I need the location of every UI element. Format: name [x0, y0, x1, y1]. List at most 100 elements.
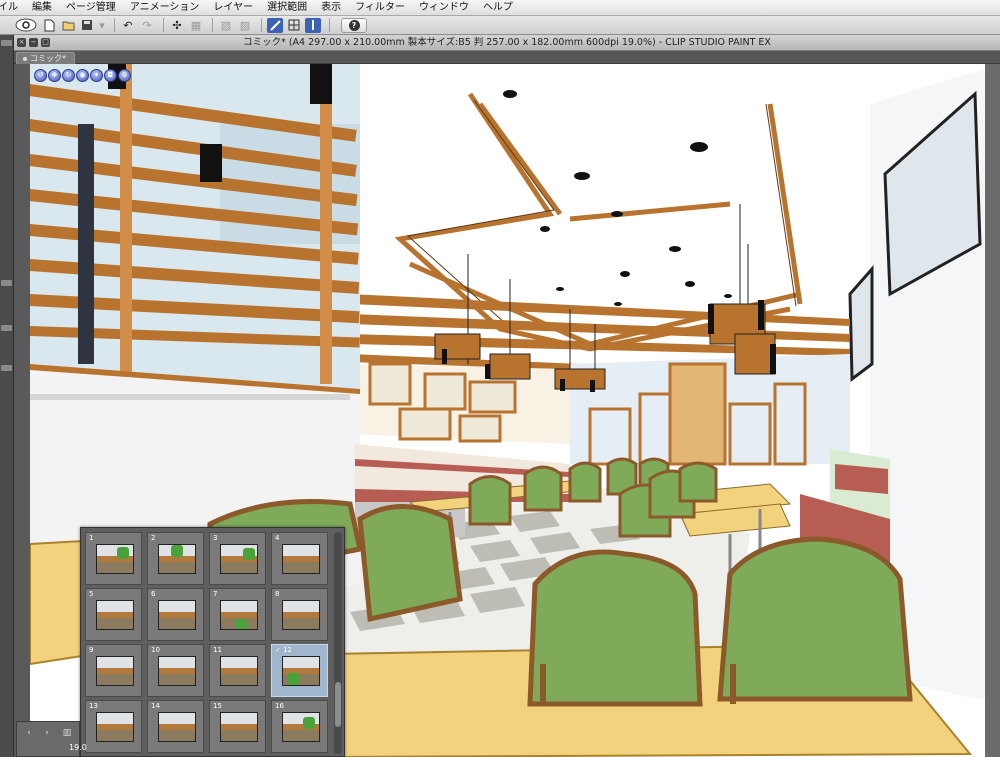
chevron-right-icon[interactable]: ›: [41, 727, 53, 739]
snap-grid-icon[interactable]: [286, 18, 302, 33]
page-preview: [96, 600, 134, 630]
transform-icon[interactable]: ✣: [169, 18, 185, 33]
tab-comic[interactable]: コミック*: [16, 52, 75, 64]
clip-studio-icon[interactable]: [14, 18, 38, 33]
page-thumbnail[interactable]: 7: [209, 588, 266, 641]
palette-grip[interactable]: [1, 40, 12, 46]
fill-icon[interactable]: ▨: [237, 18, 253, 33]
page-thumbnail[interactable]: 2: [147, 532, 204, 585]
menu-filter[interactable]: フィルター: [348, 0, 412, 16]
help-icon: ?: [348, 19, 360, 31]
page-number: 10: [151, 646, 160, 654]
page-thumbnail[interactable]: 15: [209, 700, 266, 753]
page-number: 13: [89, 702, 98, 710]
toolbar-divider: [212, 18, 213, 32]
page-thumbnail[interactable]: 9: [85, 644, 142, 697]
page-thumbnail[interactable]: 10: [147, 644, 204, 697]
help-button[interactable]: ?: [341, 17, 367, 33]
open-file-icon[interactable]: [60, 18, 76, 33]
page-thumbnail[interactable]: 1: [85, 532, 142, 585]
page-thumbnail[interactable]: 16: [271, 700, 328, 753]
menu-bar: イル 編集 ページ管理 アニメーション レイヤー 選択範囲 表示 フィルター ウ…: [0, 0, 1000, 16]
menu-help[interactable]: ヘルプ: [476, 0, 520, 16]
page-preview: [220, 656, 258, 686]
lock-icon[interactable]: ◘: [104, 69, 117, 82]
page-number: 6: [151, 590, 156, 598]
palette-grip[interactable]: [1, 365, 12, 371]
settings-icon[interactable]: ⚙: [118, 69, 131, 82]
page-number: 7: [213, 590, 218, 598]
page-preview: [282, 656, 320, 686]
scrollbar-thumb[interactable]: [335, 682, 341, 727]
toolbar-divider: [163, 18, 164, 32]
menu-edit[interactable]: 編集: [25, 0, 59, 16]
new-file-icon[interactable]: [41, 18, 57, 33]
page-number: 11: [213, 646, 222, 654]
clear-icon[interactable]: ▧: [218, 18, 234, 33]
rotate-right-icon[interactable]: ↻: [62, 69, 75, 82]
page-preview: [96, 712, 134, 742]
page-preview: [96, 544, 134, 574]
chevron-left-icon[interactable]: ‹: [23, 727, 35, 739]
toolbar-divider: [329, 18, 330, 32]
menu-file[interactable]: イル: [0, 0, 25, 16]
page-navigator-panel: 1 2 3 4 5 6 7 8 9 10 11 ✓ 12 13 14 15 16: [80, 527, 345, 757]
snap-perspective-icon[interactable]: [305, 17, 321, 33]
page-preview: [220, 600, 258, 630]
palette-grip[interactable]: [1, 325, 12, 331]
page-number: 3: [213, 534, 218, 542]
page-preview: [158, 600, 196, 630]
menu-animation[interactable]: アニメーション: [123, 0, 207, 16]
page-thumbnail[interactable]: 14: [147, 700, 204, 753]
command-bar: ▾ ↶ ↷ ✣ ▦ ▧ ▨ ?: [0, 16, 1000, 35]
page-number: 15: [213, 702, 222, 710]
menu-page-management[interactable]: ページ管理: [59, 0, 123, 16]
camera-icon[interactable]: ◉: [76, 69, 89, 82]
page-number: 14: [151, 702, 160, 710]
page-number: 1: [89, 534, 94, 542]
page-thumbnail[interactable]: 8: [271, 588, 328, 641]
page-preview: [96, 656, 134, 686]
light-icon[interactable]: ✦: [90, 69, 103, 82]
page-preview: [158, 656, 196, 686]
redo-icon[interactable]: ↷: [139, 18, 155, 33]
page-thumbnail[interactable]: 13: [85, 700, 142, 753]
menu-layer[interactable]: レイヤー: [206, 0, 260, 16]
toolbar-divider: [114, 18, 115, 32]
save-icon[interactable]: [79, 18, 95, 33]
toolbar-divider: [261, 18, 262, 32]
menu-selection[interactable]: 選択範囲: [260, 0, 314, 16]
document-title: コミック* (A4 297.00 x 210.00mm 製本サイズ:B5 判 2…: [243, 37, 771, 48]
tab-label: コミック*: [30, 54, 66, 63]
page-thumbnail[interactable]: 4: [271, 532, 328, 585]
document-titlebar: コミック* (A4 297.00 x 210.00mm 製本サイズ:B5 判 2…: [14, 35, 1000, 51]
navigator-scrollbar[interactable]: [334, 532, 342, 754]
move-icon[interactable]: ✥: [48, 69, 61, 82]
navigator-footer: ‹ › ▥ 19.0: [16, 721, 87, 757]
page-thumbnail[interactable]: 5: [85, 588, 142, 641]
page-thumbnail[interactable]: 6: [147, 588, 204, 641]
page-preview: [158, 712, 196, 742]
menu-view[interactable]: 表示: [314, 0, 348, 16]
page-number: 5: [89, 590, 94, 598]
chevron-down-icon[interactable]: ▾: [98, 18, 106, 33]
palette-grip[interactable]: [1, 280, 12, 286]
page-preview: [220, 544, 258, 574]
select-all-icon[interactable]: ▦: [188, 18, 204, 33]
undo-icon[interactable]: ↶: [120, 18, 136, 33]
page-thumbnail-selected[interactable]: ✓ 12: [271, 644, 328, 697]
page-number: 4: [275, 534, 280, 542]
page-thumbnail[interactable]: 11: [209, 644, 266, 697]
page-preview: [282, 600, 320, 630]
trash-icon[interactable]: ▥: [61, 727, 73, 739]
page-preview: [220, 712, 258, 742]
snap-ruler-icon[interactable]: [267, 17, 283, 33]
page-number: ✓ 12: [275, 646, 292, 654]
zoom-readout: 19.0: [69, 743, 87, 752]
rotate-left-icon[interactable]: ↺: [34, 69, 47, 82]
modified-dot-icon: [23, 56, 27, 61]
menu-window[interactable]: ウィンドウ: [412, 0, 476, 16]
page-thumbnail[interactable]: 3: [209, 532, 266, 585]
page-number: 16: [275, 702, 284, 710]
document-tabbar: コミック*: [14, 51, 1000, 64]
